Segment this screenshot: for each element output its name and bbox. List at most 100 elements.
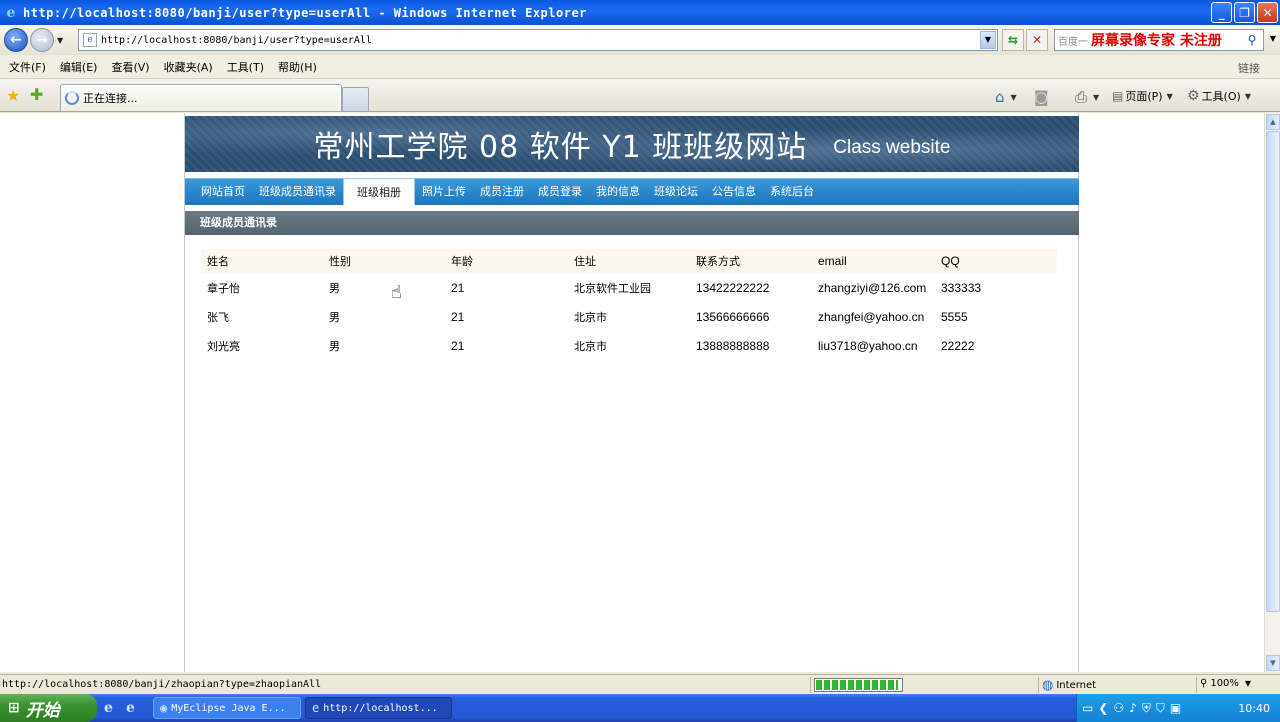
feeds-button[interactable]: ◙ — [1034, 88, 1051, 106]
search-icon[interactable]: ⚲ — [1243, 32, 1261, 48]
address-url[interactable]: http://localhost:8080/banji/user?type=us… — [101, 35, 372, 46]
forward-button[interactable]: → — [30, 28, 54, 52]
nav-admin[interactable]: 系统后台 — [763, 180, 821, 205]
cell-email: zhangziyi@126.com — [818, 280, 927, 295]
recorder-watermark: 屏幕录像专家 未注册 — [1091, 33, 1222, 49]
navigation-bar: ← → ▼ e http://localhost:8080/banji/user… — [0, 25, 1280, 55]
header-age: 年龄 — [445, 249, 568, 273]
site-container: 常州工学院 08 软件 Y1 班班级网站 Class website 网站首页 … — [184, 113, 1079, 672]
tray-arrow-icon[interactable]: ❮ — [1098, 701, 1108, 715]
taskbar-item-myeclipse[interactable]: ◉ MyEclipse Java E... — [153, 697, 301, 719]
refresh-button[interactable]: ⇆ — [1002, 29, 1024, 51]
clock: 10:40 — [1238, 701, 1270, 715]
menu-favorites[interactable]: 收藏夹(A) — [164, 59, 213, 75]
rss-feed-icon: ◙ — [1034, 88, 1049, 106]
page-viewport: 常州工学院 08 软件 Y1 班班级网站 Class website 网站首页 … — [0, 113, 1264, 672]
address-dropdown-button[interactable]: ▼ — [980, 31, 996, 49]
task-label: MyEclipse Java E... — [171, 702, 286, 714]
header-qq: QQ — [935, 249, 1057, 273]
tab-current[interactable]: 正在连接... — [60, 84, 342, 111]
menu-view[interactable]: 查看(V) — [111, 59, 149, 75]
taskbar-item-ie[interactable]: e http://localhost... — [305, 697, 452, 719]
close-button[interactable]: ✕ — [1257, 2, 1278, 23]
close-icon: ✕ — [1031, 33, 1043, 47]
hand-cursor-icon: ☝ — [391, 282, 402, 303]
table-row: 张飞 男 21 北京市 13566666666 zhangfei@yahoo.c… — [201, 302, 1057, 331]
scroll-up-button[interactable]: ▲ — [1266, 114, 1280, 130]
scroll-down-button[interactable]: ▼ — [1266, 655, 1280, 671]
nav-album[interactable]: 班级相册 — [343, 178, 415, 205]
cell-address: 北京市 — [574, 339, 607, 353]
stop-button[interactable]: ✕ — [1026, 29, 1048, 51]
recent-pages-dropdown[interactable]: ▼ — [57, 36, 63, 45]
menu-help[interactable]: 帮助(H) — [278, 59, 317, 75]
status-divider — [1038, 677, 1039, 693]
contacts-table: 姓名 性别 年龄 住址 联系方式 email QQ 章子怡 男 21 北京软件工… — [201, 249, 1057, 360]
print-button[interactable]: ⎙ ▼ — [1075, 88, 1099, 106]
page-icon: ▤ — [1112, 89, 1124, 103]
display-icon[interactable]: ▣ — [1170, 701, 1181, 715]
chevron-down-icon: ▼ — [1010, 92, 1017, 102]
banner-subtitle: Class website — [833, 137, 951, 158]
nav-contacts[interactable]: 班级成员通讯录 — [252, 180, 343, 205]
arrow-right-icon: → — [36, 32, 48, 48]
address-input[interactable]: e http://localhost:8080/banji/user?type=… — [78, 29, 998, 51]
shield-icon[interactable]: ⛉ — [1156, 701, 1165, 716]
page-menu-button[interactable]: ▤ 页面(P) ▼ — [1112, 88, 1173, 104]
windows-flag-icon: ⊞ — [8, 700, 20, 716]
nav-register[interactable]: 成员注册 — [473, 180, 531, 205]
search-options-dropdown[interactable]: ▼ — [1270, 34, 1276, 43]
tools-menu-button[interactable]: ⚙ 工具(O) ▼ — [1187, 88, 1251, 104]
home-button[interactable]: ⌂ ▼ — [995, 88, 1017, 106]
links-toolbar[interactable]: 链接 — [1238, 60, 1260, 76]
cell-phone: 13422222222 — [696, 280, 770, 295]
header-address: 住址 — [568, 249, 690, 273]
nav-home[interactable]: 网站首页 — [185, 180, 252, 205]
window-title-bar[interactable]: e http://localhost:8080/banji/user?type=… — [0, 0, 1280, 25]
search-input[interactable]: 百度一 屏幕录像专家 未注册 ⚲ — [1054, 29, 1264, 51]
nav-login[interactable]: 成员登录 — [531, 180, 589, 205]
menu-tools[interactable]: 工具(T) — [227, 59, 264, 75]
keyboard-icon[interactable]: ▭ — [1082, 701, 1093, 715]
vertical-scrollbar[interactable]: ▲ ▼ — [1264, 113, 1280, 672]
back-button[interactable]: ← — [4, 28, 28, 52]
header-name: 姓名 — [201, 249, 323, 273]
cell-name: 刘光亮 — [207, 339, 240, 353]
home-icon: ⌂ — [995, 88, 1005, 106]
cell-name: 章子怡 — [207, 281, 240, 295]
start-button[interactable]: ⊞ 开始 — [0, 694, 97, 722]
nav-forum[interactable]: 班级论坛 — [647, 180, 705, 205]
task-label: http://localhost... — [323, 702, 438, 714]
add-favorites-icon[interactable]: ✚ — [30, 85, 43, 104]
favorites-star-icon[interactable]: ★ — [6, 86, 20, 105]
taskbar: ⊞ 开始 e e ◉ MyEclipse Java E... e http://loc… — [0, 694, 1280, 722]
volume-icon[interactable]: ♪ — [1129, 701, 1137, 715]
loading-icon — [65, 91, 79, 105]
scroll-thumb[interactable] — [1266, 131, 1280, 612]
arrow-left-icon: ← — [10, 32, 22, 48]
quicklaunch-ie-icon[interactable]: e — [104, 700, 113, 716]
menu-bar: 文件(F) 编辑(E) 查看(V) 收藏夹(A) 工具(T) 帮助(H) 链接 — [0, 55, 1280, 79]
security-zone[interactable]: ◍ Internet — [1042, 678, 1096, 693]
zoom-control[interactable]: ⚲ 100% ▼ — [1200, 678, 1251, 689]
status-divider — [810, 677, 811, 693]
menu-edit[interactable]: 编辑(E) — [60, 59, 98, 75]
quicklaunch-browser-icon[interactable]: e — [126, 700, 135, 716]
menu-file[interactable]: 文件(F) — [9, 59, 46, 75]
cell-phone: 13566666666 — [696, 309, 770, 324]
nav-announcements[interactable]: 公告信息 — [705, 180, 763, 205]
new-tab-button[interactable] — [342, 87, 369, 111]
chevron-down-icon: ▼ — [1093, 92, 1100, 102]
chevron-down-icon: ▼ — [1166, 91, 1173, 101]
nav-my-info[interactable]: 我的信息 — [589, 180, 647, 205]
section-title: 班级成员通讯录 — [185, 211, 1079, 235]
minimize-button[interactable]: _ — [1211, 2, 1232, 23]
cell-gender: 男 — [329, 310, 340, 324]
antivirus-icon[interactable]: ⛨ — [1142, 701, 1151, 716]
restore-button[interactable]: ❐ — [1234, 2, 1255, 23]
status-bar: http://localhost:8080/banji/zhaopian?typ… — [0, 674, 1280, 694]
status-divider — [1196, 677, 1197, 693]
cell-qq: 333333 — [941, 280, 982, 295]
network-icon[interactable]: ⚇ — [1113, 701, 1124, 715]
nav-photo-upload[interactable]: 照片上传 — [415, 180, 473, 205]
